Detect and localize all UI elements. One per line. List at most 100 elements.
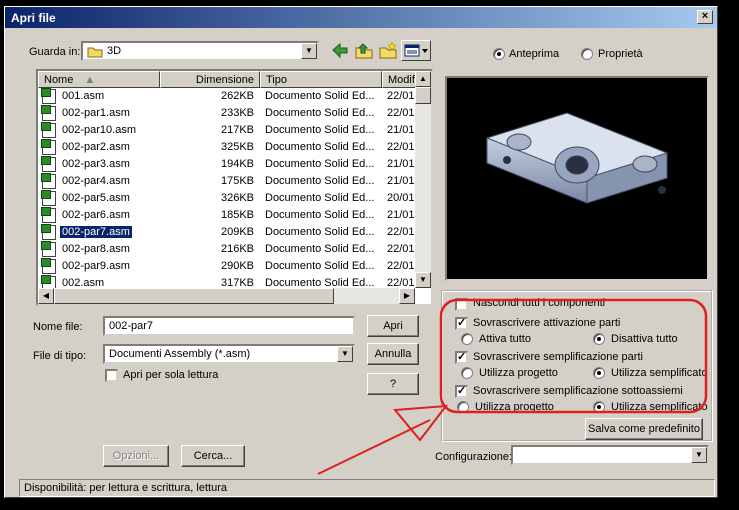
chevron-down-icon[interactable]: ▼: [301, 43, 317, 59]
scroll-up-icon[interactable]: ▲: [415, 71, 431, 87]
activate-all-radio[interactable]: [461, 333, 473, 345]
search-button[interactable]: Cerca...: [181, 445, 245, 467]
file-modified: 22/01: [387, 226, 415, 238]
table-row[interactable]: 002-par8.asm 216KB Documento Solid Ed... 22…: [38, 241, 418, 258]
file-type: Documento Solid Ed...: [265, 260, 375, 272]
file-name: 002-par8.asm: [62, 243, 130, 255]
parts-use-simplified-radio[interactable]: [593, 367, 605, 379]
file-size: 185KB: [220, 209, 254, 221]
file-name: 002-par5.asm: [62, 192, 130, 204]
file-type: Documento Solid Ed...: [265, 226, 375, 238]
file-type: Documento Solid Ed...: [265, 243, 375, 255]
folder-icon: [87, 47, 103, 58]
table-row[interactable]: 001.asm 262KB Documento Solid Ed... 22/01: [38, 88, 418, 105]
file-name: 002-par3.asm: [62, 158, 130, 170]
hide-components-label: Nascondi tutti i componenti: [473, 297, 606, 309]
table-row[interactable]: 002-par9.asm 290KB Documento Solid Ed... 22…: [38, 258, 418, 275]
file-modified: 21/01: [387, 209, 415, 221]
file-size: 290KB: [220, 260, 254, 272]
parts-use-simplified-label: Utilizza semplificato: [611, 367, 708, 379]
file-name: 002-par1.asm: [62, 107, 130, 119]
column-header-size[interactable]: Dimensione: [160, 71, 260, 88]
vertical-scroll-thumb[interactable]: [415, 87, 431, 104]
file-type: Documento Solid Ed...: [265, 141, 375, 153]
file-list[interactable]: Nome ▲ Dimensione Tipo Modifi 001.asm 262…: [36, 69, 433, 306]
table-row[interactable]: 002-par6.asm 185KB Documento Solid Ed... 21…: [38, 207, 418, 224]
cancel-button[interactable]: Annulla: [367, 343, 419, 365]
view-menu-icon[interactable]: [401, 40, 431, 61]
table-row[interactable]: 002-par1.asm 233KB Documento Solid Ed... 22…: [38, 105, 418, 122]
file-size: 325KB: [220, 141, 254, 153]
scroll-right-icon[interactable]: ▶: [399, 288, 415, 304]
help-button[interactable]: ?: [367, 373, 419, 395]
table-row[interactable]: 002-par4.asm 175KB Documento Solid Ed... 21…: [38, 173, 418, 190]
configuration-select[interactable]: ▼: [511, 445, 709, 465]
file-size: 233KB: [220, 107, 254, 119]
file-name: 002-par10.asm: [62, 124, 136, 136]
column-name-label: Nome: [44, 74, 74, 86]
file-size: 326KB: [220, 192, 254, 204]
readonly-checkbox[interactable]: [105, 369, 118, 382]
scroll-down-icon[interactable]: ▼: [415, 272, 431, 288]
deactivate-all-radio[interactable]: [593, 333, 605, 345]
file-type: Documento Solid Ed...: [265, 124, 375, 136]
up-folder-icon[interactable]: [353, 40, 375, 61]
preview-pane: [445, 76, 709, 281]
table-row[interactable]: 002-par2.asm 325KB Documento Solid Ed... 22…: [38, 139, 418, 156]
override-activation-label: Sovrascrivere attivazione parti: [473, 317, 621, 329]
file-name: 001.asm: [62, 90, 105, 102]
look-in-label: Guarda in:: [29, 46, 81, 58]
file-modified: 22/01: [387, 90, 415, 102]
chevron-down-icon[interactable]: ▼: [337, 346, 353, 362]
look-in-dropdown[interactable]: 3D ▼: [81, 41, 319, 61]
file-name: 002-par6.asm: [62, 209, 130, 221]
close-icon[interactable]: ×: [697, 10, 713, 24]
table-row[interactable]: 002-par5.asm 326KB Documento Solid Ed... 20…: [38, 190, 418, 207]
table-row[interactable]: 002-par7.asm 209KB Documento Solid Ed... 22…: [38, 224, 418, 241]
column-header-name[interactable]: Nome ▲: [38, 71, 160, 88]
new-folder-icon[interactable]: [377, 40, 399, 61]
filetype-label: File di tipo:: [33, 350, 87, 362]
preview-radio[interactable]: [493, 48, 505, 60]
assembly-preview-image: [485, 112, 669, 204]
preview-radio-label: Anteprima: [509, 48, 560, 60]
table-row[interactable]: 002-par3.asm 194KB Documento Solid Ed... 21…: [38, 156, 418, 173]
vertical-scrollbar[interactable]: ▲ ▼: [415, 71, 431, 288]
options-button[interactable]: Opzioni...: [103, 445, 169, 467]
override-simplify-parts-label: Sovrascrivere semplificazione parti: [473, 351, 643, 363]
override-simplify-parts-checkbox[interactable]: ✓: [455, 351, 468, 364]
subasm-use-design-label: Utilizza progetto: [475, 401, 554, 413]
subasm-use-simplified-label: Utilizza semplificato: [611, 401, 708, 413]
horizontal-scrollbar[interactable]: ◀ ▶: [38, 288, 415, 304]
status-bar: Disponibilità: per lettura e scrittura, …: [19, 479, 715, 497]
override-activation-checkbox[interactable]: ✓: [455, 317, 468, 330]
open-button[interactable]: Apri: [367, 315, 419, 337]
filename-input[interactable]: 002-par7: [103, 316, 355, 336]
look-in-value: 3D: [107, 45, 122, 57]
filename-label: Nome file:: [33, 321, 83, 333]
column-header-type[interactable]: Tipo: [260, 71, 382, 88]
subasm-use-design-radio[interactable]: [457, 401, 469, 413]
dialog-title: Apri file: [11, 11, 56, 25]
status-text: Disponibilità: per lettura e scrittura, …: [24, 482, 227, 494]
hide-components-checkbox[interactable]: [455, 298, 468, 311]
override-simplify-subassemblies-checkbox[interactable]: ✓: [455, 385, 468, 398]
file-size: 216KB: [220, 243, 254, 255]
table-row[interactable]: 002-par10.asm 217KB Documento Solid Ed... 2…: [38, 122, 418, 139]
save-default-button[interactable]: Salva come predefinito: [585, 418, 703, 440]
subasm-use-simplified-radio[interactable]: [593, 401, 605, 413]
file-name: 002-par9.asm: [62, 260, 130, 272]
activate-all-label: Attiva tutto: [479, 333, 531, 345]
file-modified: 22/01: [387, 107, 415, 119]
override-simplify-subassemblies-label: Sovrascrivere semplificazione sottoassie…: [473, 385, 683, 397]
parts-use-design-radio[interactable]: [461, 367, 473, 379]
scroll-left-icon[interactable]: ◀: [38, 288, 54, 304]
file-asm-icon: [41, 156, 56, 172]
title-bar[interactable]: Apri file ×: [5, 7, 717, 28]
filetype-select[interactable]: Documenti Assembly (*.asm) ▼: [103, 344, 355, 364]
back-icon[interactable]: [329, 40, 351, 61]
chevron-down-icon[interactable]: ▼: [691, 447, 707, 463]
horizontal-scroll-thumb[interactable]: [54, 288, 334, 304]
properties-radio[interactable]: [581, 48, 593, 60]
file-name: 002-par2.asm: [62, 141, 130, 153]
